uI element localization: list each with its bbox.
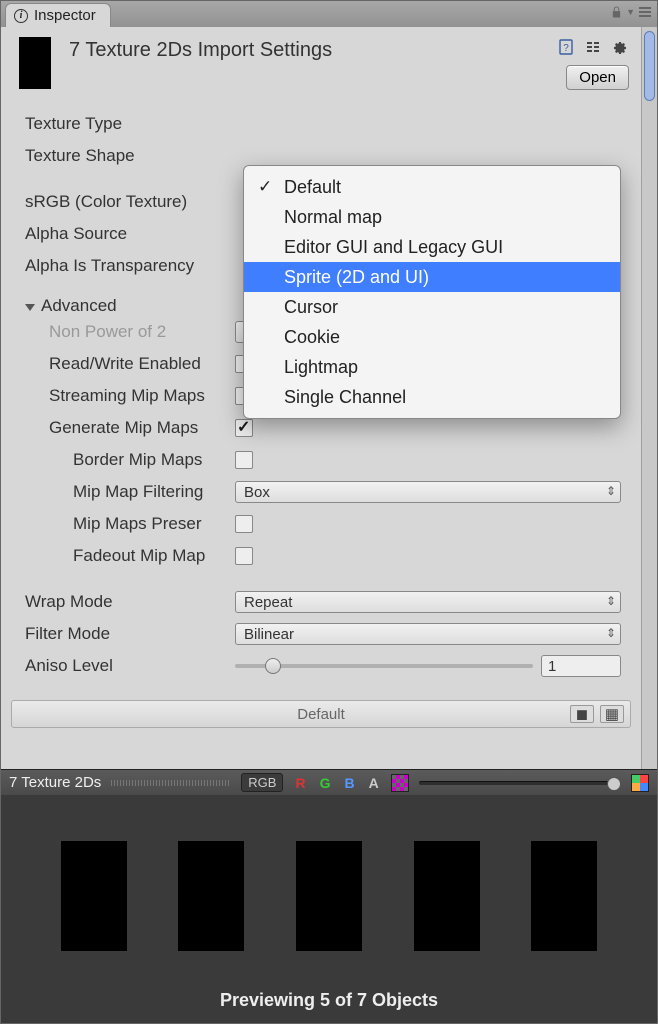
dropdown-item[interactable]: ✓ Default (244, 172, 620, 202)
platform-icon-1[interactable]: ◼ (570, 705, 594, 723)
dropdown-item[interactable]: Sprite (2D and UI) (244, 262, 620, 292)
channel-a[interactable]: A (367, 774, 381, 792)
preview-thumb (296, 841, 362, 951)
preview-zoom-slider[interactable] (419, 781, 621, 785)
presets-icon[interactable] (583, 37, 603, 57)
label-fadeout: Fadeout Mip Map (25, 546, 235, 566)
preview-area: Previewing 5 of 7 Objects (1, 795, 657, 1023)
dropdown-item-label: Lightmap (284, 357, 358, 378)
dropdown-item-label: Sprite (2D and UI) (284, 267, 429, 288)
label-border-mip: Border Mip Maps (25, 450, 235, 470)
label-mip-filter: Mip Map Filtering (25, 482, 235, 502)
foldout-icon (25, 304, 35, 311)
channel-g[interactable]: G (318, 774, 333, 792)
check-icon: ✓ (258, 177, 272, 197)
label-alpha-transparency: Alpha Is Transparency (25, 256, 235, 276)
slider-aniso[interactable]: 1 (235, 655, 621, 677)
dropdown-item[interactable]: Single Channel (244, 382, 620, 412)
asset-thumbnail (19, 37, 51, 89)
vertical-scrollbar[interactable] (641, 27, 657, 769)
select-wrap[interactable]: Repeat (235, 591, 621, 613)
label-rw: Read/Write Enabled (25, 354, 235, 374)
preview-title: 7 Texture 2Ds (9, 774, 101, 791)
preview-thumb (178, 841, 244, 951)
section-label: Advanced (41, 296, 117, 316)
label-non-power: Non Power of 2 (25, 322, 235, 342)
checkbox-mip-preserve[interactable] (235, 515, 253, 533)
platform-default-bar[interactable]: Default ◼ ▦ (11, 700, 631, 728)
hamburger-icon[interactable] (639, 7, 651, 17)
main-panel: 7 Texture 2Ds Import Settings ? Open Tex… (1, 27, 641, 769)
dropdown-item-label: Editor GUI and Legacy GUI (284, 237, 503, 258)
channel-r[interactable]: R (293, 774, 307, 792)
lock-icon[interactable] (611, 5, 622, 19)
checkbox-gen-mip[interactable] (235, 419, 253, 437)
tab-label: Inspector (34, 7, 96, 24)
open-button[interactable]: Open (566, 65, 629, 90)
platform-icon-2[interactable]: ▦ (600, 705, 624, 723)
label-streaming: Streaming Mip Maps (25, 386, 235, 406)
label-filter: Filter Mode (25, 624, 235, 644)
tab-bar: i Inspector ▼ (1, 1, 657, 27)
preview-thumb (61, 841, 127, 951)
header: 7 Texture 2Ds Import Settings ? Open (1, 27, 641, 98)
gear-icon[interactable] (609, 37, 629, 57)
dropdown-item[interactable]: Cursor (244, 292, 620, 322)
number-aniso[interactable]: 1 (541, 655, 621, 677)
label-wrap: Wrap Mode (25, 592, 235, 612)
label-texture-type: Texture Type (25, 114, 235, 134)
checker-icon[interactable] (391, 774, 409, 792)
preview-thumbnails (1, 795, 657, 982)
help-icon[interactable]: ? (557, 37, 577, 57)
tab-inspector[interactable]: i Inspector (5, 3, 111, 27)
label-gen-mip: Generate Mip Maps (25, 418, 235, 438)
label-aniso: Aniso Level (25, 656, 235, 676)
dropdown-item[interactable]: Editor GUI and Legacy GUI (244, 232, 620, 262)
dropdown-item-label: Single Channel (284, 387, 406, 408)
select-filter[interactable]: Bilinear (235, 623, 621, 645)
dropdown-item-label: Normal map (284, 207, 382, 228)
channel-b[interactable]: B (342, 774, 356, 792)
dropdown-caret-icon[interactable]: ▼ (626, 7, 635, 17)
content-area: 7 Texture 2Ds Import Settings ? Open Tex… (1, 27, 657, 769)
preview-footer: Previewing 5 of 7 Objects (1, 982, 657, 1023)
svg-text:?: ? (563, 43, 569, 54)
dropdown-item[interactable]: Lightmap (244, 352, 620, 382)
label-texture-shape: Texture Shape (25, 146, 235, 166)
dropdown-item[interactable]: Cookie (244, 322, 620, 352)
checkbox-fadeout[interactable] (235, 547, 253, 565)
preview-slider-knob[interactable] (607, 777, 621, 791)
info-icon: i (14, 9, 28, 23)
page-title: 7 Texture 2Ds Import Settings (69, 37, 539, 62)
dropdown-item-label: Cookie (284, 327, 340, 348)
label-mip-preserve: Mip Maps Preser (25, 514, 235, 534)
scroll-thumb[interactable] (644, 31, 655, 101)
preview-drag-handle[interactable] (111, 780, 231, 786)
texture-type-dropdown: ✓ Default Normal map Editor GUI and Legacy … (243, 165, 621, 419)
preview-thumb (531, 841, 597, 951)
checkbox-border-mip[interactable] (235, 451, 253, 469)
rgb-toggle[interactable]: RGB (241, 773, 283, 792)
slider-knob[interactable] (265, 658, 281, 674)
preview-mode-icon[interactable] (631, 774, 649, 792)
dropdown-item[interactable]: Normal map (244, 202, 620, 232)
preview-thumb (414, 841, 480, 951)
label-alpha-source: Alpha Source (25, 224, 235, 244)
inspector-window: i Inspector ▼ 7 Texture 2Ds Import Setti… (0, 0, 658, 1024)
tab-bar-controls: ▼ (611, 5, 651, 19)
dropdown-item-label: Cursor (284, 297, 338, 318)
dropdown-item-label: Default (284, 177, 341, 198)
preview-toolbar: 7 Texture 2Ds RGB R G B A (1, 769, 657, 795)
label-srgb: sRGB (Color Texture) (25, 192, 235, 212)
select-mip-filter[interactable]: Box (235, 481, 621, 503)
default-bar-label: Default (297, 706, 345, 723)
